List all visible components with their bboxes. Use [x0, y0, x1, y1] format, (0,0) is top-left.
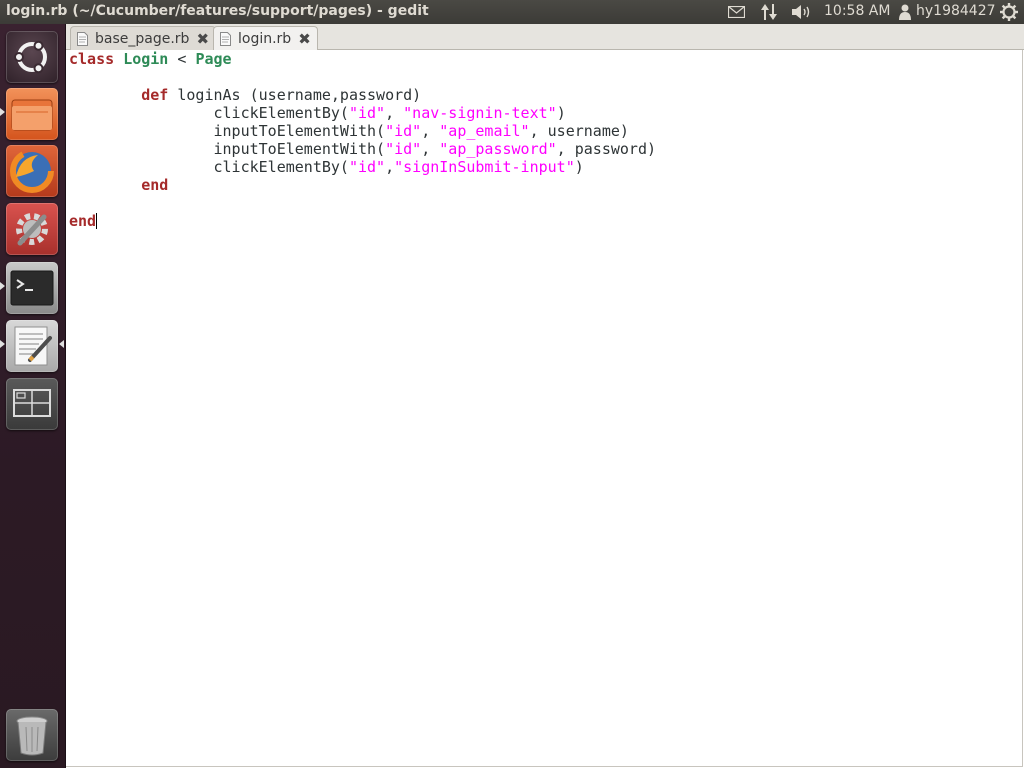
code-view[interactable]: class Login < Page def loginAs (username… — [69, 50, 656, 230]
code-text: , — [421, 140, 440, 158]
keyword: class — [69, 50, 115, 68]
code-text: ) — [574, 158, 584, 176]
parent-class-name: Page — [195, 50, 232, 68]
close-icon[interactable]: ✖ — [196, 30, 209, 48]
code-line: class Login < Page — [69, 50, 656, 68]
string-literal: "id" — [348, 158, 386, 176]
gear-icon[interactable] — [1000, 3, 1018, 21]
code-text: clickElementBy( — [69, 158, 349, 176]
code-line: clickElementBy("id","signInSubmit-input"… — [69, 158, 656, 176]
workspace-switcher-button[interactable] — [6, 378, 58, 430]
code-line: clickElementBy("id", "nav-signin-text") — [69, 104, 656, 122]
firefox-launcher-button[interactable] — [6, 145, 58, 197]
keyword: def — [141, 86, 169, 104]
tab-bar: base_page.rb ✖ login.rb ✖ — [66, 24, 1024, 51]
code-text: inputToElementWith( — [69, 122, 386, 140]
tab-label: login.rb — [238, 31, 292, 47]
code-line: inputToElementWith("id", "ap_password", … — [69, 140, 656, 158]
class-name: Login — [123, 50, 169, 68]
code-line: end — [69, 176, 656, 194]
tab-login[interactable]: login.rb ✖ — [213, 26, 318, 51]
code-text: , — [421, 122, 440, 140]
sound-icon[interactable] — [791, 4, 813, 20]
text-cursor — [96, 213, 98, 229]
close-icon[interactable]: ✖ — [298, 30, 311, 48]
settings-wrench-icon — [16, 213, 48, 246]
string-literal: "signInSubmit-input" — [394, 158, 575, 176]
code-text: , — [385, 158, 395, 176]
user-icon[interactable] — [899, 4, 911, 20]
operator: < — [168, 50, 196, 68]
string-literal: "id" — [385, 140, 422, 158]
keyword: end — [141, 176, 169, 194]
method-signature: loginAs (username,password) — [168, 86, 422, 104]
string-literal: "ap_password" — [439, 140, 557, 158]
window-title: login.rb (~/Cucumber/features/support/pa… — [6, 3, 429, 19]
network-icon[interactable] — [760, 3, 778, 21]
trash-launcher-button[interactable] — [6, 709, 58, 761]
tab-label: base_page.rb — [95, 30, 190, 47]
files-launcher-button[interactable] — [6, 88, 58, 140]
workspace-switcher-icon — [13, 389, 51, 417]
ubuntu-logo-icon — [14, 40, 47, 74]
string-literal: "nav-signin-text" — [403, 104, 557, 122]
text-editor-launcher-button[interactable] — [6, 320, 58, 372]
clock[interactable]: 10:58 AM — [824, 3, 890, 19]
text-editor-icon — [14, 326, 52, 366]
mail-icon[interactable] — [728, 6, 745, 18]
code-text: clickElementBy( — [69, 104, 349, 122]
launcher — [0, 24, 66, 768]
document-icon — [77, 31, 88, 46]
text-editor-area[interactable]: class Login < Page def loginAs (username… — [66, 50, 1023, 767]
system-settings-launcher-button[interactable] — [6, 203, 58, 255]
top-panel: login.rb (~/Cucumber/features/support/pa… — [0, 0, 1024, 24]
string-literal: "id" — [348, 104, 386, 122]
firefox-icon — [10, 149, 54, 193]
code-line: end — [69, 212, 656, 230]
code-text: , password) — [556, 140, 657, 158]
string-literal: "ap_email" — [439, 122, 530, 140]
code-text: , username) — [529, 122, 629, 140]
code-line: inputToElementWith("id", "ap_email", use… — [69, 122, 656, 140]
folder-icon — [11, 99, 53, 131]
code-text: inputToElementWith( — [69, 140, 386, 158]
code-text: ) — [556, 104, 566, 122]
code-text: , — [385, 104, 404, 122]
string-literal: "id" — [385, 122, 422, 140]
trash-icon — [16, 716, 48, 756]
ubuntu-dash-button[interactable] — [6, 31, 58, 83]
terminal-launcher-button[interactable] — [6, 262, 58, 314]
user-name[interactable]: hy1984427 — [916, 3, 996, 19]
tab-base-page[interactable]: base_page.rb ✖ — [70, 26, 217, 50]
keyword: end — [69, 212, 97, 230]
document-icon — [220, 32, 231, 46]
terminal-icon — [10, 270, 54, 306]
code-line: def loginAs (username,password) — [69, 86, 656, 104]
